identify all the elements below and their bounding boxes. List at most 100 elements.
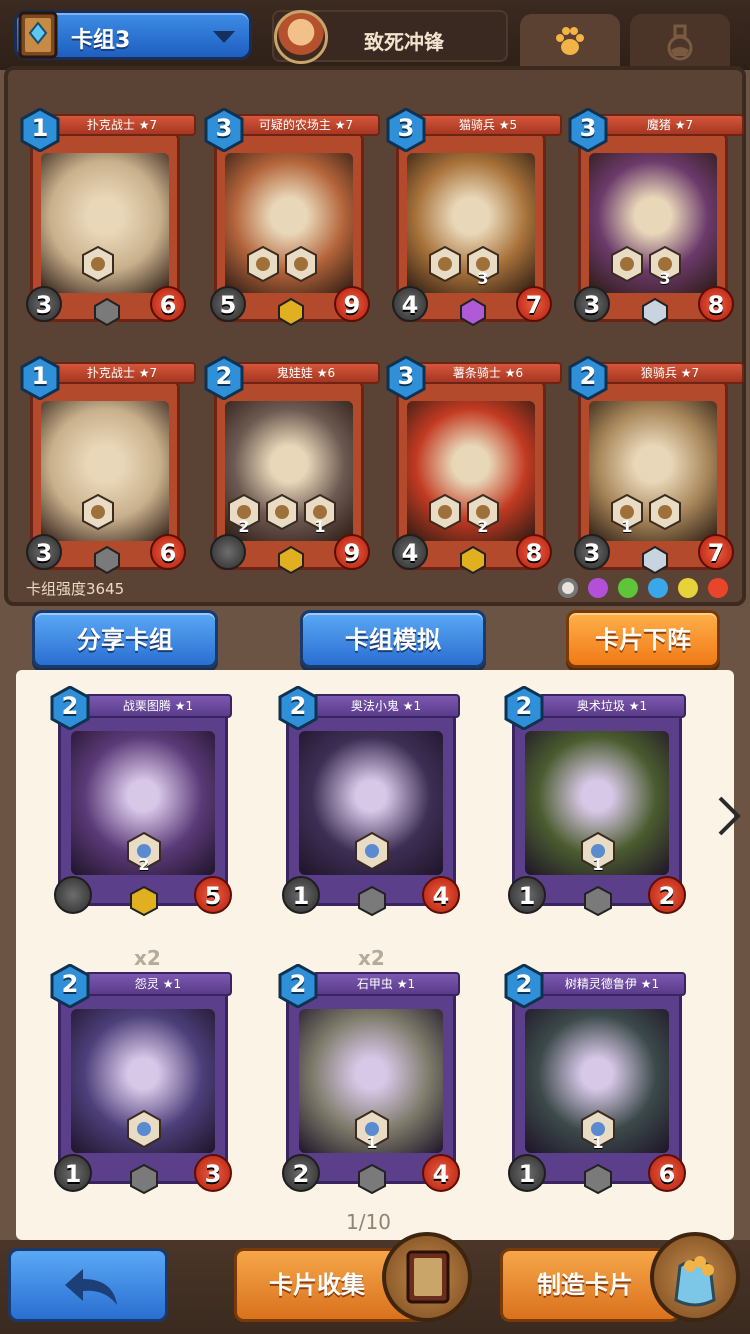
card-stars: ★7 [138,366,158,380]
mana-cost-gem-icon: 2 [568,355,608,401]
ability-level: 2 [138,855,150,874]
card-name-banner: 战栗图腾 ★1 [84,694,232,718]
card-name: 魔猪 [646,118,671,132]
card-stars: ★7 [334,118,354,132]
share-deck-button[interactable]: 分享卡组 [32,610,218,668]
water-faction-icon[interactable] [648,578,668,598]
ability-icon [428,494,462,530]
ability-level: 2 [477,517,489,536]
deck-card[interactable]: 鬼娃娃 ★6 2 2 1 9 [204,355,380,574]
card-name: 猫骑兵 [458,118,495,132]
ability-icon: 1 [580,1109,616,1152]
card-stars: ★6 [504,366,524,380]
craft-potion-icon[interactable] [650,1232,740,1322]
ability-level: 3 [477,269,489,288]
deck-book-icon [11,7,67,63]
health-stat: 6 [150,286,186,322]
remove-card-button[interactable]: 卡片下阵 [566,610,720,668]
attack-stat: 5 [210,286,246,322]
card-frame [58,984,228,1184]
collection-card[interactable]: 石甲虫 ★1 2 1 2 4 [278,963,464,1194]
mana-cost-gem-icon: 3 [386,107,426,153]
mana-cost: 3 [397,362,415,390]
attack-stat: 1 [508,1154,546,1192]
card-collection-book-icon[interactable] [382,1232,472,1322]
attack-stat: 3 [26,534,62,570]
collection-card[interactable]: 战栗图腾 ★1 2 2 5 [50,685,236,916]
health-stat: 6 [150,534,186,570]
collection-card[interactable]: 奥法小鬼 ★1 2 1 4 [278,685,464,916]
ability-icon: 2 [466,494,500,536]
card-stars: ★1 [396,977,416,991]
mana-cost-gem-icon: 1 [20,107,60,153]
collection-card[interactable]: 树精灵德鲁伊 ★1 2 1 1 6 [504,963,690,1194]
deck-card[interactable]: 魔猪 ★7 3 3 3 8 [568,107,744,326]
mana-cost-gem-icon: 3 [568,107,608,153]
mana-cost-gem-icon: 2 [204,355,244,401]
card-frame [512,984,682,1184]
next-page-arrow-icon[interactable] [716,794,742,838]
deck-card[interactable]: 薯条骑士 ★6 3 2 4 8 [386,355,562,574]
mana-cost: 2 [515,970,533,998]
arcane-faction-icon[interactable] [588,578,608,598]
ability-icon: 1 [580,831,616,874]
ability-icon: 3 [648,246,682,288]
card-name: 树精灵德鲁伊 [564,977,637,991]
collection-card[interactable]: 怨灵 ★1 2 1 3 [50,963,236,1194]
health-stat: 4 [422,1154,460,1192]
ability-icon [284,246,318,282]
deck-card[interactable]: 扑克战士 ★7 1 3 6 [20,107,196,326]
mana-cost: 3 [579,114,597,142]
ability-level: 1 [621,517,633,536]
attack-stat: 3 [574,286,610,322]
mana-cost: 3 [397,114,415,142]
ability-level: 1 [592,1133,604,1152]
card-collection-label: 卡片收集 [269,1271,365,1299]
ability-icon [354,831,390,871]
ability-level: 1 [366,1133,378,1152]
rarity-gem-icon [584,1164,612,1194]
card-stars: ★1 [628,699,648,713]
deck-card[interactable]: 可疑的农场主 ★7 3 5 9 [204,107,380,326]
neutral-faction-icon[interactable] [558,578,578,598]
rarity-gem-icon [358,1164,386,1194]
deck-card[interactable]: 狼骑兵 ★7 2 1 3 7 [568,355,744,574]
back-button[interactable] [8,1248,168,1322]
card-name-banner: 怨灵 ★1 [84,972,232,996]
ability-icon [428,246,462,282]
card-name: 怨灵 [134,977,159,991]
card-name-banner: 树精灵德鲁伊 ★1 [538,972,686,996]
deck-selector-label: 卡组3 [71,28,131,53]
mana-cost: 1 [31,114,49,142]
mana-cost-gem-icon: 3 [204,107,244,153]
card-stars: ★1 [402,699,422,713]
rarity-gem-icon [584,886,612,916]
health-stat: 7 [516,286,552,322]
ability-level: 1 [314,517,326,536]
health-stat: 9 [334,534,370,570]
tab-potions[interactable] [630,14,730,72]
health-stat: 2 [648,876,686,914]
deck-selector-dropdown[interactable]: 卡组3 [14,10,252,60]
simulate-deck-button[interactable]: 卡组模拟 [300,610,486,668]
fire-faction-icon[interactable] [708,578,728,598]
health-stat: 8 [698,286,734,322]
deck-card[interactable]: 扑克战士 ★7 1 3 6 [20,355,196,574]
card-name: 狼骑兵 [640,366,677,380]
card-name-banner: 薯条骑士 ★6 [414,362,562,384]
card-name: 薯条骑士 [452,366,501,380]
storm-faction-icon[interactable] [678,578,698,598]
card-count-badge: x2 [358,946,385,970]
health-stat: 8 [516,534,552,570]
attack-stat [210,534,246,570]
rarity-gem-icon [130,886,158,916]
hero-selector[interactable]: 致死冲锋 [272,10,508,64]
nature-faction-icon[interactable] [618,578,638,598]
collection-card[interactable]: 奥术垃圾 ★1 2 1 1 2 [504,685,690,916]
mana-cost: 2 [215,362,233,390]
mana-cost: 2 [289,692,307,720]
deck-card[interactable]: 猫骑兵 ★5 3 3 4 7 [386,107,562,326]
card-stars: ★6 [316,366,336,380]
tab-cards[interactable] [520,14,620,72]
mana-cost: 3 [215,114,233,142]
